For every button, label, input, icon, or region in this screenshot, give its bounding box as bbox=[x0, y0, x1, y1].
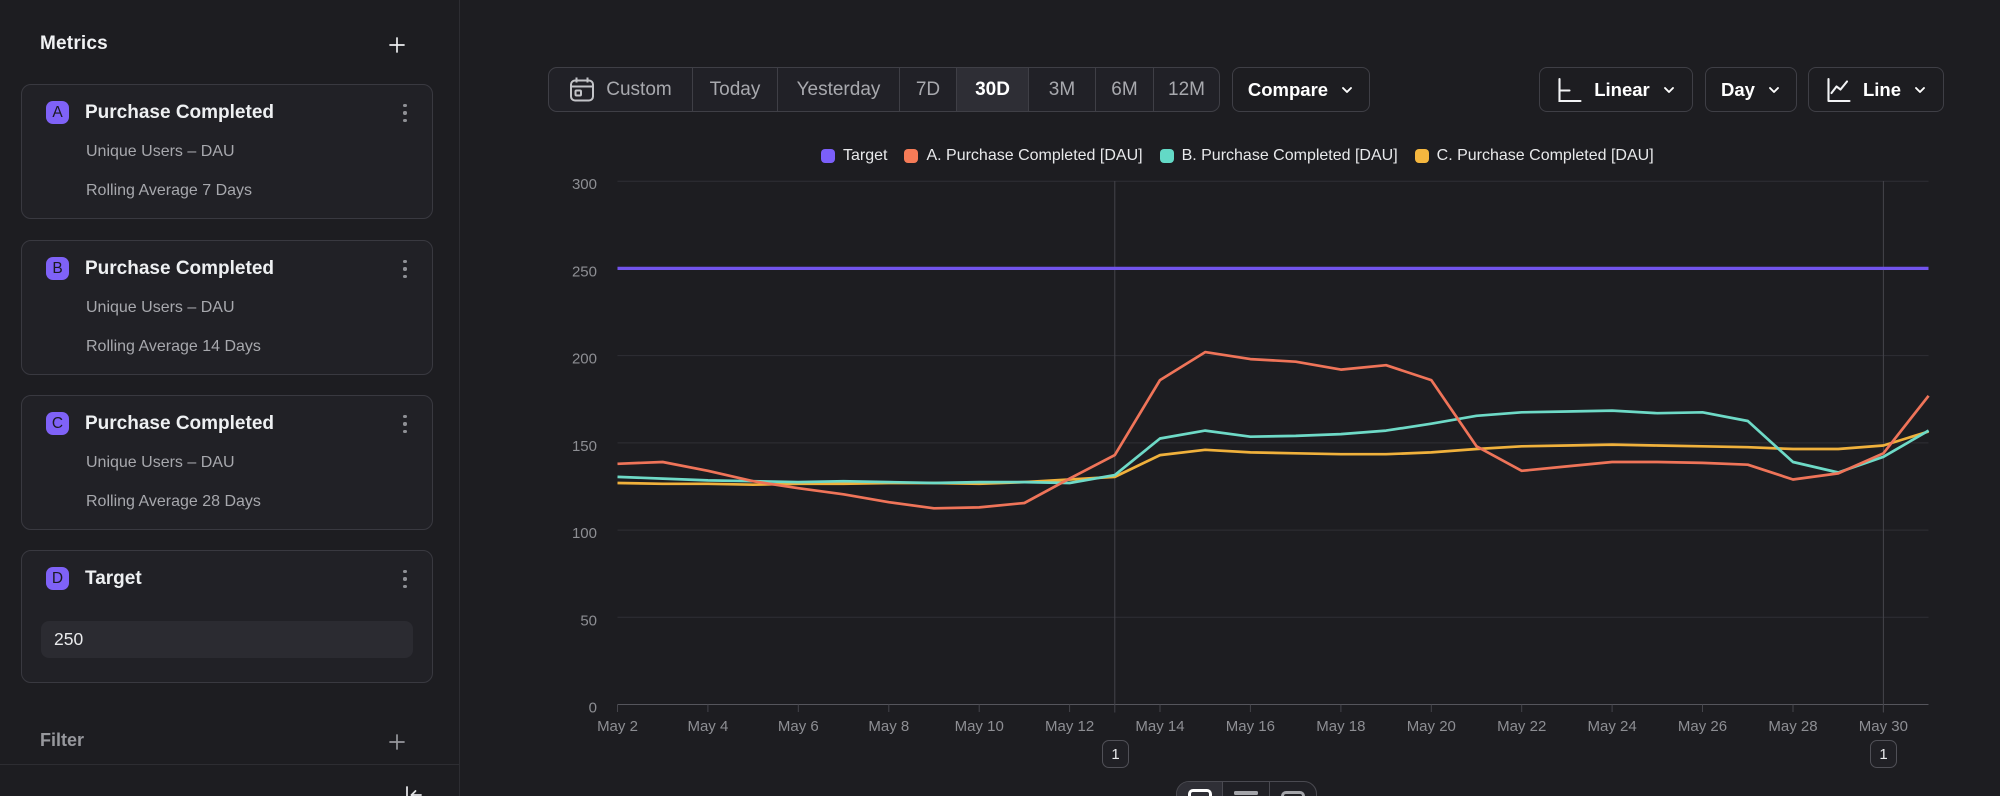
svg-text:200: 200 bbox=[572, 351, 597, 368]
svg-text:150: 150 bbox=[572, 438, 597, 455]
svg-text:May 24: May 24 bbox=[1587, 718, 1636, 735]
svg-text:100: 100 bbox=[572, 525, 597, 542]
svg-text:May 4: May 4 bbox=[687, 718, 728, 735]
svg-text:May 12: May 12 bbox=[1045, 718, 1094, 735]
svg-text:May 8: May 8 bbox=[868, 718, 909, 735]
svg-text:May 6: May 6 bbox=[778, 718, 819, 735]
svg-text:50: 50 bbox=[580, 612, 597, 629]
svg-text:250: 250 bbox=[572, 263, 597, 280]
svg-text:May 20: May 20 bbox=[1407, 718, 1456, 735]
svg-text:300: 300 bbox=[572, 176, 597, 193]
svg-text:May 22: May 22 bbox=[1497, 718, 1546, 735]
svg-text:May 16: May 16 bbox=[1226, 718, 1275, 735]
svg-text:May 26: May 26 bbox=[1678, 718, 1727, 735]
svg-text:May 10: May 10 bbox=[955, 718, 1004, 735]
svg-text:May 30: May 30 bbox=[1859, 718, 1908, 735]
svg-text:May 18: May 18 bbox=[1316, 718, 1365, 735]
svg-text:0: 0 bbox=[589, 700, 597, 717]
svg-text:May 2: May 2 bbox=[597, 718, 638, 735]
svg-text:May 28: May 28 bbox=[1768, 718, 1817, 735]
svg-text:May 14: May 14 bbox=[1135, 718, 1184, 735]
